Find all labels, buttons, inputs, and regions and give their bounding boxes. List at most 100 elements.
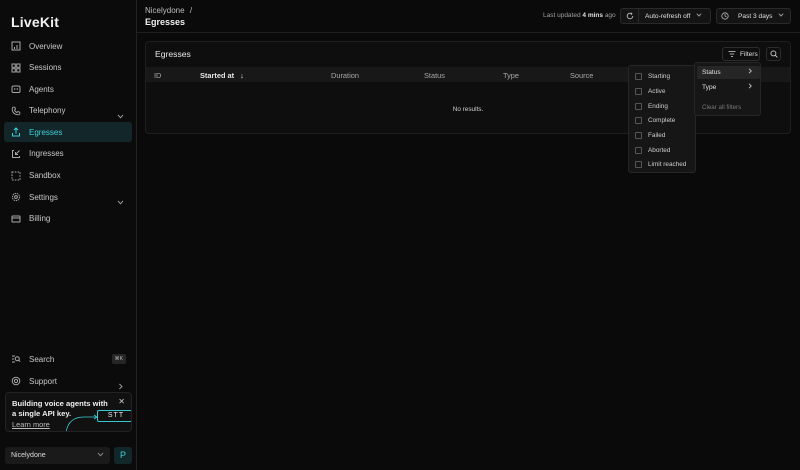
sidebar-item-telephony[interactable]: Telephony (4, 101, 132, 121)
column-started-at[interactable]: Started at ↓ (200, 71, 244, 80)
sidebar-item-label: Telephony (29, 106, 66, 116)
last-updated: Last updated 4 mins ago (543, 12, 616, 19)
gear-icon (11, 192, 21, 202)
auto-refresh-button[interactable]: Auto-refresh off (620, 8, 711, 24)
sidebar-item-egresses[interactable]: Egresses (4, 122, 132, 143)
last-updated-prefix: Last updated (543, 12, 581, 19)
sidebar-nav: Overview Sessions Agents Telephony Egres… (4, 36, 132, 230)
refresh-icon[interactable] (621, 9, 639, 23)
filters-menu: Status Type Clear all filters (694, 62, 761, 116)
column-id[interactable]: ID (154, 71, 161, 80)
filter-menu-label: Status (702, 69, 721, 76)
option-label: Complete (648, 116, 676, 124)
column-status[interactable]: Status (424, 71, 445, 80)
billing-icon (11, 214, 21, 224)
sidebar: LiveKit Overview Sessions Agents Telepho… (0, 0, 137, 470)
option-label: Starting (648, 72, 671, 80)
chevron-down-icon (778, 12, 784, 20)
filter-menu-label: Type (702, 84, 717, 91)
close-icon[interactable]: ✕ (118, 397, 125, 406)
status-option-failed[interactable]: Failed (635, 130, 665, 140)
sidebar-item-billing[interactable]: Billing (4, 209, 132, 229)
keyboard-shortcut: ⌘K (111, 354, 126, 364)
sidebar-item-label: Sandbox (29, 171, 61, 181)
option-label: Aborted (648, 146, 671, 154)
sidebar-item-label: Sessions (29, 63, 62, 73)
learn-more-link[interactable]: Learn more (12, 420, 50, 429)
status-option-active[interactable]: Active (635, 86, 665, 96)
sidebar-item-support[interactable]: Support (4, 371, 132, 391)
page-header: Nicelydone / Egresses Last updated 4 min… (137, 0, 800, 33)
promo-card: Building voice agents with a single API … (5, 392, 132, 432)
page-title: Egresses (145, 17, 186, 27)
sidebar-item-label: Search (29, 354, 55, 364)
sidebar-item-label: Support (29, 376, 58, 386)
status-option-complete[interactable]: Complete (635, 115, 675, 125)
stt-badge: STT (97, 410, 131, 422)
clock-icon (721, 12, 729, 20)
sidebar-item-settings[interactable]: Settings (4, 187, 132, 207)
sort-desc-icon: ↓ (240, 71, 244, 80)
checkbox[interactable] (635, 72, 642, 80)
checkbox[interactable] (635, 116, 642, 124)
breadcrumb-project[interactable]: Nicelydone (145, 6, 185, 15)
phone-icon (11, 106, 21, 116)
sidebar-item-label: Egresses (29, 127, 63, 137)
sidebar-item-search[interactable]: Search ⌘K (4, 349, 132, 369)
sandbox-icon (11, 171, 21, 181)
sidebar-item-ingresses[interactable]: Ingresses (4, 144, 132, 164)
agents-icon (11, 84, 21, 94)
status-option-starting[interactable]: Starting (635, 71, 670, 81)
clear-all-filters[interactable]: Clear all filters (702, 104, 741, 111)
workspace-selector[interactable]: Nicelydone (5, 447, 110, 464)
search-button[interactable] (766, 47, 781, 61)
status-option-aborted[interactable]: Aborted (635, 145, 670, 155)
date-range-label: Past 3 days (738, 12, 773, 20)
filter-menu-type[interactable]: Type (697, 81, 760, 94)
filter-icon (728, 50, 736, 58)
filter-menu-status[interactable]: Status (697, 66, 760, 79)
search-icon (769, 50, 778, 58)
column-started-at-label: Started at (200, 71, 235, 80)
auto-refresh-label: Auto-refresh off (645, 12, 691, 20)
sidebar-item-sandbox[interactable]: Sandbox (4, 166, 132, 186)
panel-title: Egresses (155, 49, 191, 59)
checkbox[interactable] (635, 102, 642, 110)
checkbox[interactable] (635, 146, 642, 154)
breadcrumb-separator: / (189, 6, 193, 15)
option-label: Active (648, 87, 666, 95)
status-option-limit-reached[interactable]: Limit reached (635, 159, 686, 169)
option-label: Ending (648, 102, 668, 110)
search-icon (11, 354, 21, 364)
checkbox[interactable] (635, 87, 642, 95)
sidebar-item-sessions[interactable]: Sessions (4, 58, 132, 78)
breadcrumb: Nicelydone / (145, 6, 192, 15)
sidebar-item-label: Settings (29, 192, 58, 202)
checkbox[interactable] (635, 160, 642, 168)
chevron-down-icon (696, 12, 702, 20)
sidebar-bottom-nav: Search ⌘K Support (4, 349, 132, 393)
chevron-right-icon (747, 81, 753, 94)
status-option-ending[interactable]: Ending (635, 101, 668, 111)
column-duration[interactable]: Duration (331, 71, 359, 80)
chevron-down-icon (97, 451, 104, 460)
sidebar-item-label: Ingresses (29, 149, 64, 159)
chevron-right-icon (747, 66, 753, 79)
ingress-icon (11, 149, 21, 159)
column-type[interactable]: Type (503, 71, 519, 80)
user-avatar[interactable]: P (114, 447, 132, 464)
filters-button[interactable]: Filters (722, 47, 760, 61)
sidebar-item-label: Billing (29, 214, 51, 224)
status-options-menu: Starting Active Ending Complete Failed A… (628, 65, 696, 173)
option-label: Limit reached (648, 160, 687, 168)
last-updated-value: 4 mins (582, 12, 603, 19)
sidebar-item-overview[interactable]: Overview (4, 36, 132, 56)
checkbox[interactable] (635, 131, 642, 139)
date-range-button[interactable]: Past 3 days (716, 8, 791, 24)
sidebar-item-agents[interactable]: Agents (4, 79, 132, 99)
column-source[interactable]: Source (570, 71, 593, 80)
option-label: Failed (648, 131, 666, 139)
overview-icon (11, 41, 21, 51)
livekit-logo[interactable]: LiveKit (11, 14, 59, 30)
support-icon (11, 376, 21, 386)
